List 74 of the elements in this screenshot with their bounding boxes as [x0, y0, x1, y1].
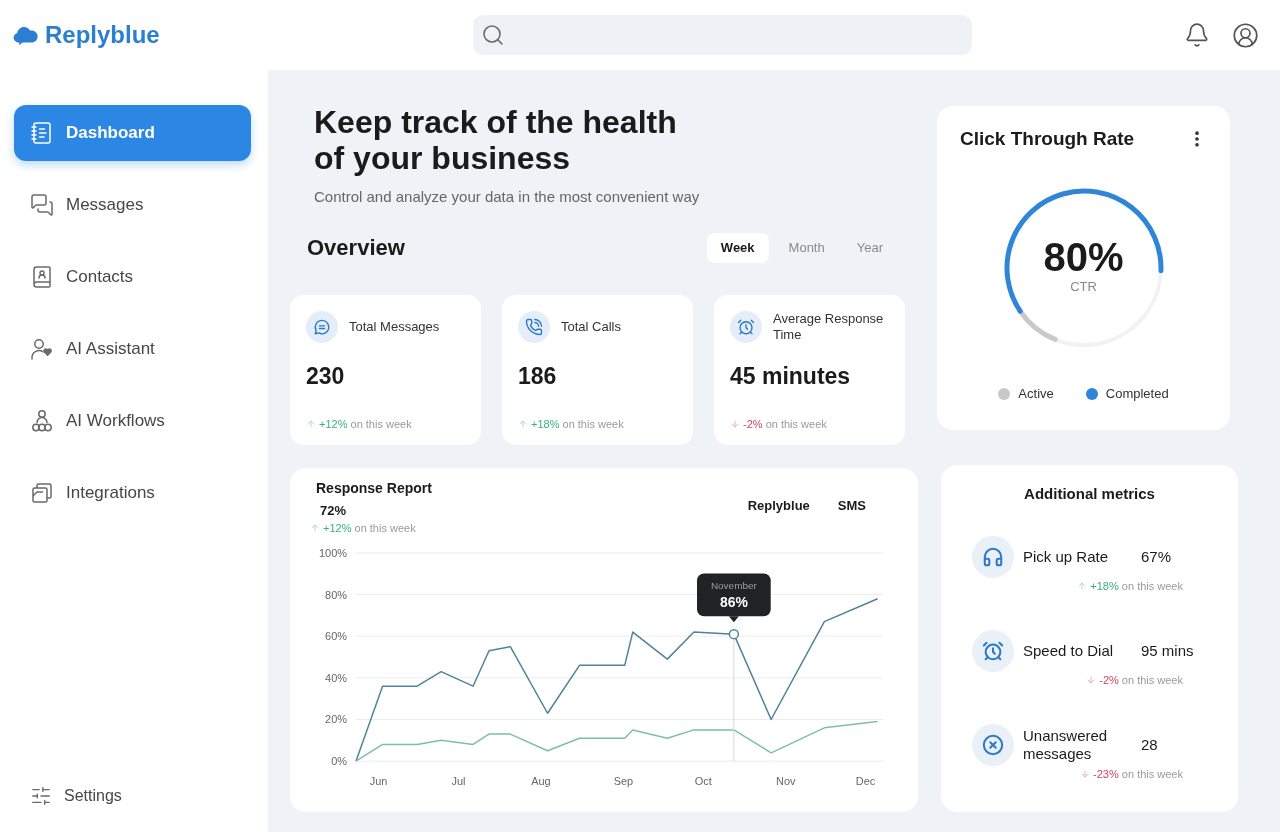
- highlight-point-icon: [728, 628, 740, 640]
- tooltip-label: November: [710, 580, 757, 592]
- stacked-squares-icon: [30, 481, 54, 505]
- page-subtitle: Control and analyze your data in the most convenient way: [314, 187, 701, 207]
- ctr-caption: CTR: [1070, 279, 1097, 295]
- trend-text: +18% on this week: [531, 418, 624, 430]
- trend-text: -2% on this week: [743, 418, 827, 430]
- card-title: Click Through Rate: [960, 127, 1135, 151]
- legend-label[interactable]: Replyblue: [747, 498, 810, 514]
- legend-label[interactable]: SMS: [837, 498, 866, 514]
- metric-value: 28: [1141, 736, 1158, 754]
- page-heading: Keep track of the health of your business: [314, 104, 678, 176]
- notification-bell-icon[interactable]: [1184, 22, 1210, 48]
- stat-title: Total Messages: [349, 319, 441, 335]
- y-axis-label: 100%: [319, 546, 347, 559]
- search-field[interactable]: [473, 15, 972, 55]
- metric-value: 95 mins: [1141, 642, 1194, 660]
- metric-label: Speed to Dial: [1023, 642, 1115, 660]
- trend-text: +12% on this week: [319, 418, 412, 430]
- x-axis-label: Dec: [855, 775, 876, 788]
- sidebar-nav-item[interactable]: AI Workflows: [14, 393, 251, 449]
- trend-text: +12% on this week: [323, 522, 416, 534]
- trend-text: +18% on this week: [1090, 580, 1183, 592]
- user-avatar-icon[interactable]: [1232, 21, 1259, 49]
- sliders-icon: [30, 785, 52, 807]
- tooltip-value: 86%: [719, 594, 748, 611]
- sidebar-nav-item[interactable]: Dashboard: [14, 105, 251, 161]
- alarm-clock-icon: [730, 311, 762, 343]
- trend-text: -23% on this week: [1093, 768, 1183, 780]
- user-heart-icon: [30, 337, 54, 361]
- notebook-icon: [30, 121, 54, 145]
- sidebar-nav-item[interactable]: Integrations: [14, 465, 251, 521]
- x-axis-label: Sep: [613, 775, 634, 788]
- settings-nav-item[interactable]: Settings: [14, 776, 251, 816]
- x-axis-label: Aug: [531, 775, 551, 788]
- stat-value: 230: [306, 362, 346, 390]
- metric-label: Pick up Rate: [1023, 548, 1110, 566]
- legend-label: Active: [1018, 386, 1054, 402]
- chat-bubble-icon: [306, 311, 338, 343]
- ctr-value: 80%: [1043, 235, 1124, 279]
- card-title: Additional metrics: [1024, 484, 1156, 504]
- report-value: 72%: [320, 503, 348, 519]
- x-axis-label: Jun: [369, 775, 388, 788]
- sidebar-nav-item[interactable]: Messages: [14, 177, 251, 233]
- y-axis-label: 20%: [325, 713, 347, 726]
- y-axis-label: 80%: [325, 588, 347, 601]
- metric-label: Unanswered messages: [1023, 727, 1109, 763]
- stat-title: Total Calls: [561, 319, 622, 335]
- x-axis-label: Jul: [451, 775, 466, 788]
- stat-value: 45 minutes: [730, 362, 852, 390]
- y-axis-label: 60%: [325, 630, 347, 643]
- y-axis-label: 0%: [331, 755, 347, 768]
- search-icon: [481, 23, 505, 47]
- phone-call-icon: [518, 311, 550, 343]
- cloud-logo-icon: [13, 24, 39, 46]
- x-axis-label: Oct: [694, 775, 712, 788]
- chat-bubbles-icon: [30, 193, 54, 217]
- section-title: Overview: [307, 234, 405, 262]
- period-tab[interactable]: Week: [706, 233, 769, 263]
- sidebar-nav-item[interactable]: AI Assistant: [14, 321, 251, 377]
- y-axis-label: 40%: [325, 671, 347, 684]
- people-group-icon: [30, 409, 54, 433]
- card-title: Response Report: [316, 479, 432, 497]
- headphones-icon: [972, 536, 1014, 578]
- contact-book-icon: [30, 265, 54, 289]
- alarm-clock-icon: [972, 630, 1014, 672]
- trend-text: -2% on this week: [1099, 674, 1183, 686]
- metric-value: 67%: [1141, 548, 1172, 566]
- sidebar-nav-item[interactable]: Contacts: [14, 249, 251, 305]
- legend-label: Completed: [1105, 386, 1169, 402]
- stat-value: 186: [518, 362, 558, 390]
- x-axis-label: Nov: [776, 775, 796, 788]
- stat-title: Average Response Time: [773, 311, 885, 343]
- brand-name: Replyblue: [45, 21, 160, 49]
